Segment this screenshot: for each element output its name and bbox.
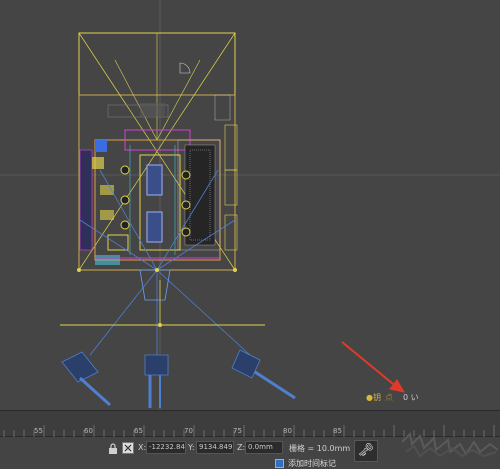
y-label: Y: [188,443,195,452]
add-time-tag[interactable]: 添加时间标记 [275,457,336,469]
z-coordinate-field[interactable]: 0.0mm [245,441,283,454]
checkbox-icon[interactable] [275,458,284,468]
selection-toggle-icon[interactable] [122,442,134,454]
x-label: X: [138,443,147,452]
tick-label: 55 [34,427,43,435]
tick-label: 80 [283,427,292,435]
pivot-point [158,323,162,327]
y-coordinate-field[interactable]: 9134.849 [196,441,234,454]
key-hint: ●钥 点 0 い [366,391,419,403]
hint-value: 0 い [402,392,419,402]
tick-label: 75 [233,427,242,435]
grid-size-text: 栅格 = 10.0mm [289,444,351,453]
hint-label-b: 点 [384,392,393,402]
tick-label: 85 [333,427,342,435]
watermark-scribble [401,431,499,458]
x-coordinate-field[interactable]: -12232.84 [146,441,186,454]
tick-label: 60 [84,427,93,435]
viewport[interactable]: ●钥 点 0 い [0,0,500,410]
add-time-tag-label: 添加时间标记 [288,458,336,468]
set-key-button[interactable]: 🗝 [354,440,378,462]
cad-scene[interactable] [0,0,500,410]
z-label: Z: [237,443,246,452]
hint-label-a: ●钥 [366,392,381,402]
lock-icon[interactable] [107,443,119,455]
camera-rig [61,169,296,408]
tick-label: 70 [184,427,193,435]
annotation-arrow [341,341,406,393]
key-icon: 🗝 [357,443,375,458]
tick-label: 65 [134,427,143,435]
